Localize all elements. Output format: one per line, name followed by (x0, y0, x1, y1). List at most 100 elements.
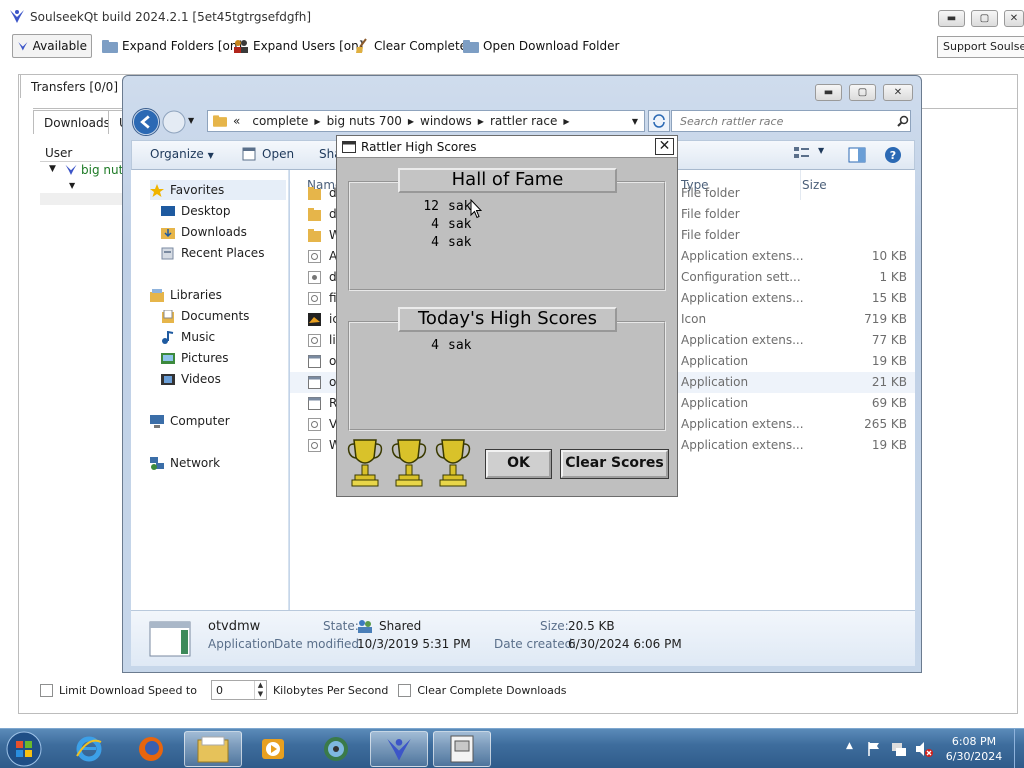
file-size: 21 KB (871, 375, 907, 389)
stepper-arrows-icon[interactable]: ▲ ▼ (253, 681, 266, 699)
ok-button[interactable]: OK (485, 449, 552, 479)
breadcrumb-windows[interactable]: windows (414, 114, 478, 128)
nav-documents[interactable]: Documents (161, 306, 249, 326)
nav-favorites[interactable]: Favorites (150, 180, 286, 200)
taskbar-network-app[interactable] (307, 731, 365, 767)
user-column-header[interactable]: User (40, 145, 130, 162)
open-button[interactable]: Open (242, 147, 294, 161)
open-download-folder-button[interactable]: Open Download Folder (459, 34, 623, 58)
explorer-maximize-button[interactable]: ▢ (849, 84, 876, 101)
taskbar-file-explorer[interactable] (184, 731, 242, 767)
minimize-button[interactable]: ▬ (938, 10, 965, 27)
user-header-label: User (45, 146, 73, 160)
application-icon (149, 621, 191, 657)
explorer-close-button[interactable]: ✕ (883, 84, 913, 101)
expand-folders-label: Expand Folders [on] (122, 39, 243, 53)
address-bar[interactable]: « complete ▶ big nuts 700 ▶ windows ▶ rattl… (207, 110, 645, 132)
breadcrumb-separator-icon[interactable]: ▶ (563, 117, 569, 126)
expand-arrow-icon[interactable]: ▼ (49, 164, 56, 174)
status-button[interactable]: Available (12, 34, 92, 58)
speed-limit-stepper[interactable]: 0 ▲ ▼ (210, 680, 267, 700)
explorer-minimize-button[interactable]: ▬ (815, 84, 842, 101)
status-label: Available (32, 39, 87, 53)
file-size: 1 KB (879, 270, 907, 284)
score-name: sak (448, 338, 472, 353)
trophies (346, 436, 472, 490)
file-type: File folder (681, 228, 740, 242)
taskbar-media-player[interactable] (244, 731, 302, 767)
taskbar-soulseek[interactable] (370, 731, 428, 767)
nav-computer[interactable]: Computer (150, 411, 230, 431)
score-entry: 4 sak (413, 338, 471, 356)
breadcrumb-prefix[interactable]: « (227, 114, 246, 128)
nav-network[interactable]: Network (150, 453, 220, 473)
limit-speed-checkbox[interactable] (40, 683, 53, 697)
nav-recent-places[interactable]: Recent Places (161, 243, 264, 263)
score-entry: 12 sak (413, 199, 471, 217)
details-modified-value: 10/3/2019 5:31 PM (357, 637, 471, 651)
breadcrumb-big-nuts[interactable]: big nuts 700 (321, 114, 408, 128)
refresh-icon[interactable] (648, 110, 670, 132)
config-icon (308, 271, 321, 284)
folder-row[interactable] (40, 193, 130, 205)
taskbar-rattler-race[interactable] (433, 731, 491, 767)
nav-libraries[interactable]: Libraries (150, 285, 222, 305)
network-status-icon[interactable] (890, 740, 908, 758)
view-options-button[interactable]: ▼ (794, 146, 824, 160)
nav-desktop[interactable]: Desktop (161, 201, 231, 221)
volume-muted-icon[interactable] (914, 740, 934, 758)
nav-music[interactable]: Music (161, 327, 215, 347)
computer-icon (150, 414, 164, 428)
file-type: Icon (681, 312, 707, 326)
soulseek-toolbar: Available Expand Folders [on] Expand Use… (0, 34, 1024, 60)
expand-users-label: Expand Users [on] (253, 39, 364, 53)
file-type: File folder (681, 207, 740, 221)
expand-folders-button[interactable]: Expand Folders [on] (98, 34, 246, 58)
close-button[interactable]: ✕ (1004, 10, 1024, 27)
breadcrumb-complete[interactable]: complete (246, 114, 314, 128)
system-clock[interactable]: 6:08 PM 6/30/2024 (938, 734, 1010, 764)
expand-arrow-icon[interactable]: ▼ (69, 181, 75, 190)
clear-complete-button[interactable]: Clear Complete (350, 34, 471, 58)
expand-users-button[interactable]: Expand Users [on] (229, 34, 367, 58)
support-soulseek-button[interactable]: Support Soulseek (937, 36, 1024, 58)
nav-pictures[interactable]: Pictures (161, 348, 229, 368)
action-center-flag-icon[interactable] (866, 741, 882, 757)
help-icon[interactable]: ? (884, 146, 902, 164)
user-row[interactable]: big nut (64, 163, 123, 177)
history-dropdown-icon[interactable]: ▼ (188, 116, 194, 125)
maximize-button[interactable]: ▢ (971, 10, 998, 27)
pictures-icon (161, 352, 175, 364)
tab-transfers[interactable]: Transfers [0/0] (20, 74, 129, 98)
address-dropdown-icon[interactable]: ▼ (632, 117, 638, 126)
dialog-close-button[interactable]: ✕ (655, 138, 674, 155)
taskbar-firefox[interactable] (122, 731, 180, 767)
file-explorer-icon (197, 736, 229, 763)
internet-explorer-icon (76, 736, 102, 762)
nav-downloads[interactable]: Downloads (161, 222, 247, 242)
preview-pane-icon[interactable] (848, 147, 866, 163)
search-input[interactable]: Search rattler race (671, 110, 911, 132)
clear-scores-button[interactable]: Clear Scores (560, 449, 669, 479)
taskbar-internet-explorer[interactable] (60, 731, 118, 767)
search-icon[interactable] (897, 115, 909, 127)
soulseek-bird-icon (65, 164, 77, 175)
start-button[interactable] (4, 730, 44, 768)
file-size: 77 KB (871, 333, 907, 347)
score-points: 4 (431, 338, 439, 353)
nav-videos[interactable]: Videos (161, 369, 221, 389)
show-hidden-icons-icon[interactable]: ▲ (846, 741, 853, 751)
breadcrumb-rattler-race[interactable]: rattler race (484, 114, 563, 128)
show-desktop-button[interactable] (1014, 729, 1024, 768)
file-type: Application (681, 354, 749, 368)
score-points: 4 (431, 235, 439, 250)
forward-arrow-icon[interactable] (162, 110, 186, 134)
details-state-label: State: (323, 619, 359, 633)
details-state-value: Shared (379, 619, 422, 633)
file-size: 19 KB (871, 354, 907, 368)
firefox-icon (139, 737, 163, 761)
nav-music-label: Music (181, 330, 216, 344)
organize-menu[interactable]: Organize ▼ (150, 147, 214, 161)
clear-complete-downloads-checkbox[interactable] (398, 683, 412, 697)
back-arrow-icon[interactable] (132, 108, 160, 136)
